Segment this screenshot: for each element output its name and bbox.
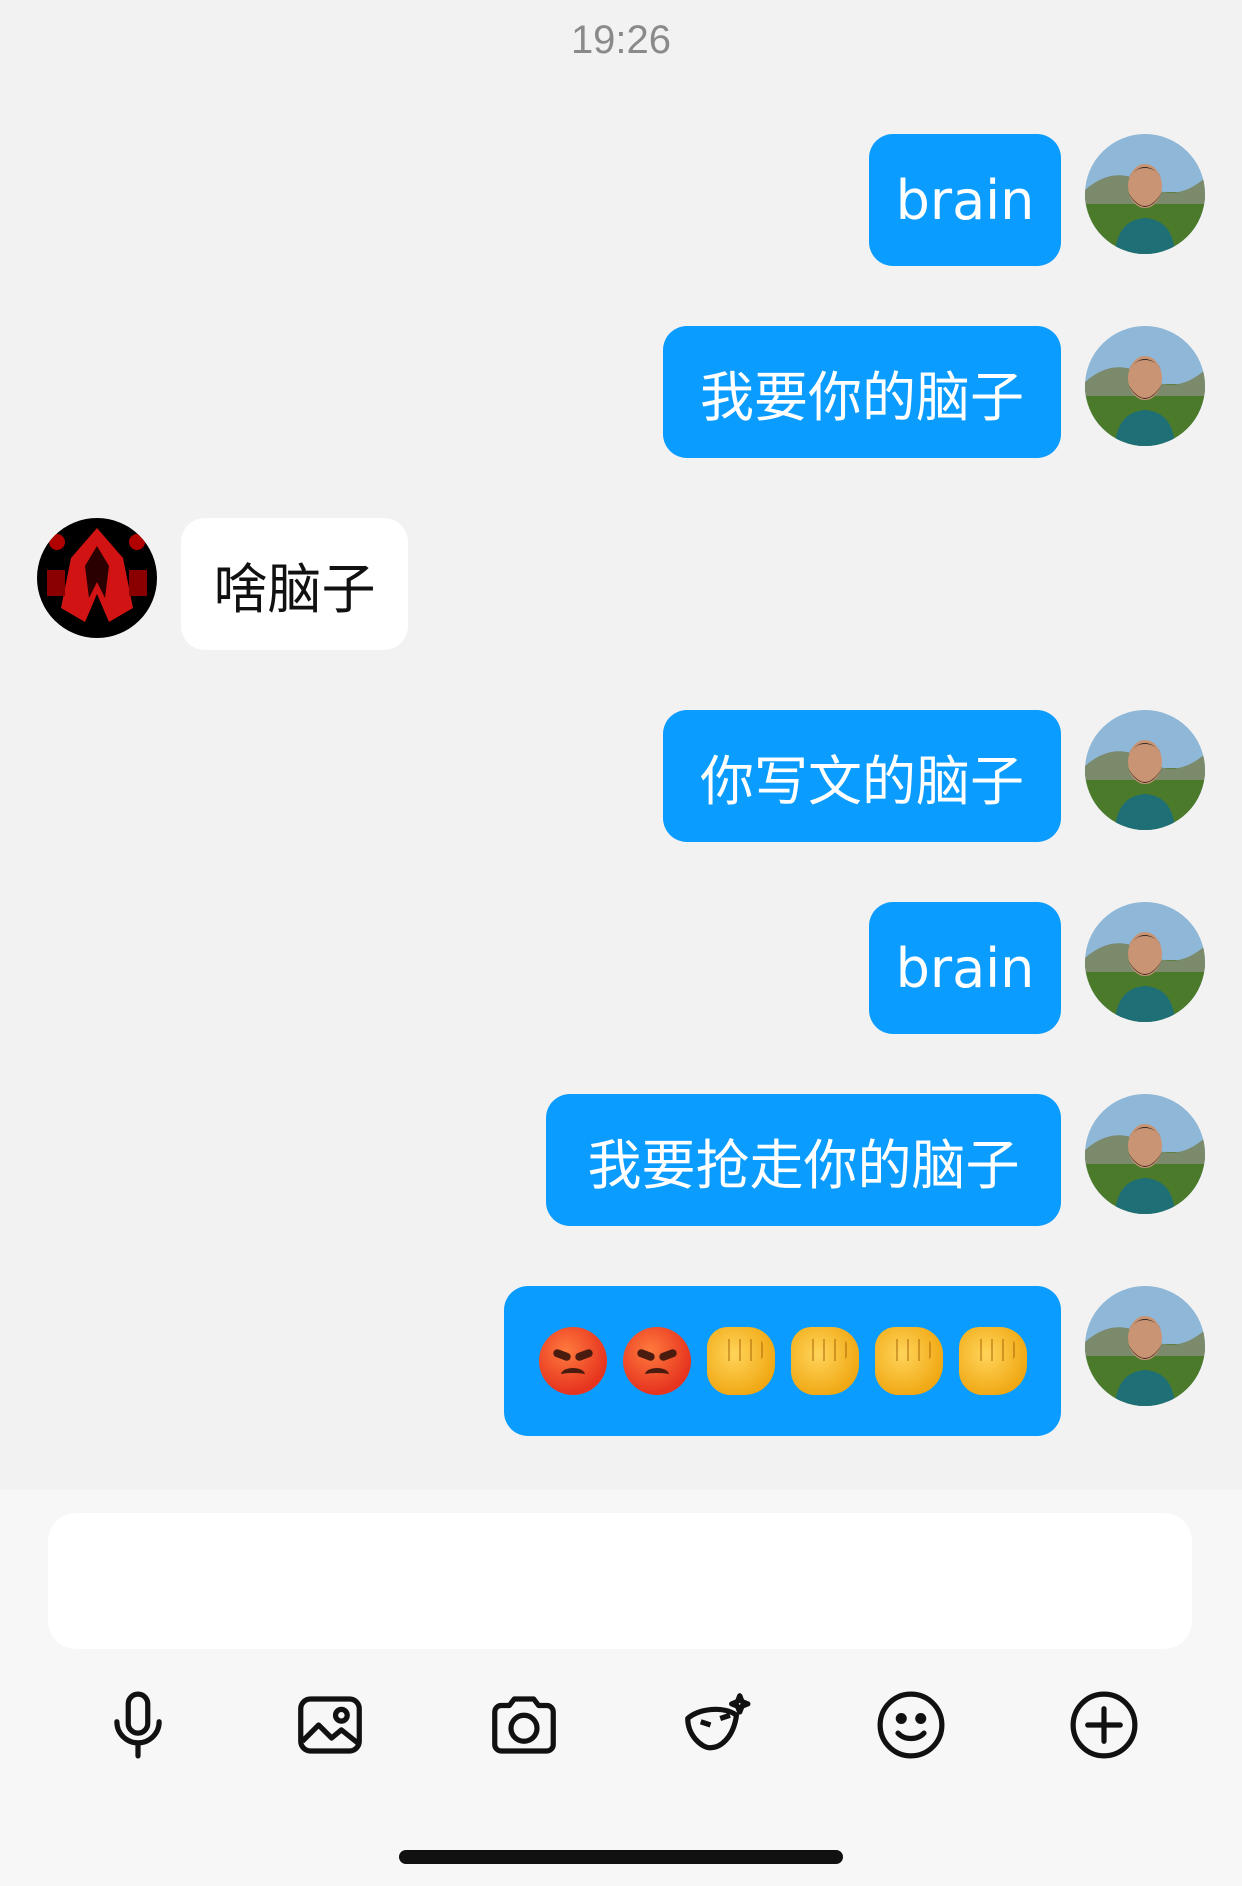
smiley-icon — [877, 1691, 945, 1759]
message-row: 啥脑子 — [0, 518, 1242, 650]
message-row: 你写文的脑子 — [0, 710, 1242, 842]
message-row: 我要你的脑子 — [0, 326, 1242, 458]
message-row: brain — [0, 134, 1242, 266]
user-avatar-image — [1085, 1286, 1205, 1406]
oncoming-fist-emoji — [790, 1327, 859, 1395]
user-avatar[interactable] — [1085, 902, 1205, 1022]
angry-face-emoji — [538, 1327, 607, 1395]
oncoming-fist-emoji — [874, 1327, 943, 1395]
contact-avatar[interactable] — [37, 518, 157, 638]
user-avatar-image — [1085, 134, 1205, 254]
ai-effects-button[interactable] — [672, 1680, 762, 1770]
angry-face-emoji — [622, 1327, 691, 1395]
user-avatar-image — [1085, 710, 1205, 830]
user-avatar-image — [1085, 326, 1205, 446]
image-icon — [298, 1696, 362, 1754]
outgoing-emoji-bubble[interactable] — [504, 1286, 1061, 1436]
plus-icon — [1070, 1691, 1138, 1759]
contact-avatar-image — [37, 518, 157, 638]
message-input[interactable] — [48, 1513, 1192, 1649]
outgoing-message-bubble[interactable]: brain — [869, 902, 1061, 1034]
message-row: 我要抢走你的脑子 — [0, 1094, 1242, 1226]
user-avatar[interactable] — [1085, 134, 1205, 254]
user-avatar[interactable] — [1085, 1286, 1205, 1406]
home-indicator — [399, 1850, 843, 1864]
oncoming-fist-emoji — [706, 1327, 775, 1395]
user-avatar-image — [1085, 1094, 1205, 1214]
emoji-button[interactable] — [866, 1680, 956, 1770]
outgoing-message-bubble[interactable]: brain — [869, 134, 1061, 266]
microphone-icon — [114, 1691, 162, 1759]
user-avatar[interactable] — [1085, 1094, 1205, 1214]
user-avatar-image — [1085, 902, 1205, 1022]
outgoing-message-bubble[interactable]: 我要你的脑子 — [663, 326, 1061, 458]
message-composer — [0, 1490, 1242, 1886]
incoming-message-bubble[interactable]: 啥脑子 — [181, 518, 408, 650]
camera-icon — [492, 1696, 556, 1754]
outgoing-message-bubble[interactable]: 你写文的脑子 — [663, 710, 1061, 842]
microphone-button[interactable] — [93, 1680, 183, 1770]
oncoming-fist-emoji — [958, 1327, 1027, 1395]
more-button[interactable] — [1059, 1680, 1149, 1770]
ai-mask-icon — [685, 1693, 751, 1751]
camera-button[interactable] — [479, 1680, 569, 1770]
user-avatar[interactable] — [1085, 710, 1205, 830]
message-row: brain — [0, 902, 1242, 1034]
message-row — [0, 1286, 1242, 1436]
image-button[interactable] — [285, 1680, 375, 1770]
outgoing-message-bubble[interactable]: 我要抢走你的脑子 — [546, 1094, 1061, 1226]
chat-timestamp: 19:26 — [570, 18, 672, 62]
user-avatar[interactable] — [1085, 326, 1205, 446]
